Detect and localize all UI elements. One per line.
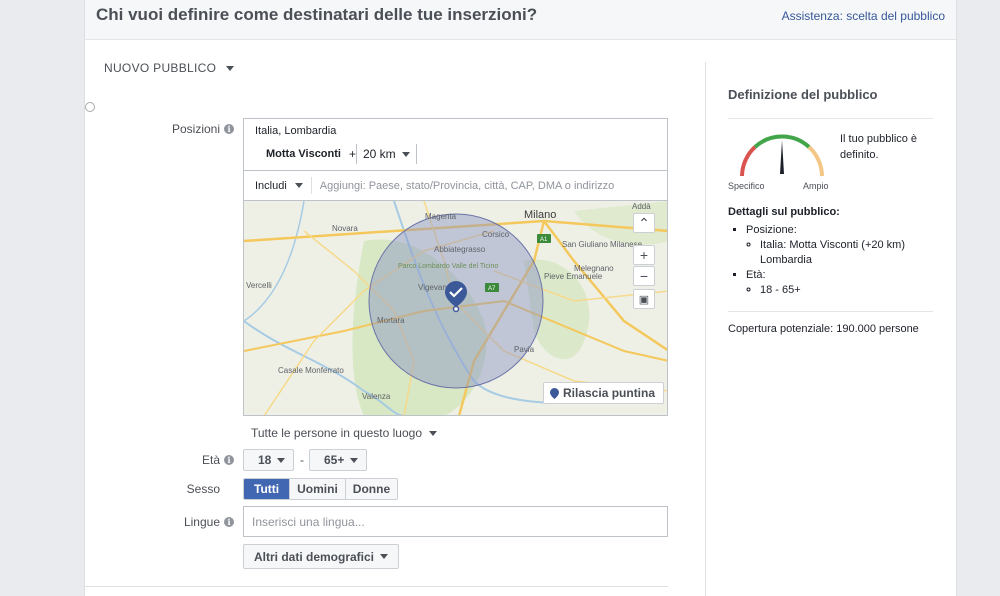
age-min-dropdown[interactable]: 18	[243, 449, 295, 471]
details-position: Posizione: Italia: Motta Visconti (+20 k…	[746, 223, 933, 268]
map-place-label: Abbiategrasso	[434, 245, 486, 254]
gauge-message: Il tuo pubblico è definito.	[840, 133, 918, 161]
map-place-label: Parco Lombardo Valle del Ticino	[398, 263, 498, 270]
road-shield-label: A7	[488, 286, 496, 292]
potential-reach: Copertura potenziale: 190.000 persone	[728, 323, 919, 335]
age-min-value: 18	[258, 453, 272, 467]
gauge-right-label: Ampio	[803, 181, 829, 191]
languages-label-text: Lingue	[183, 515, 220, 529]
collapse-map-icon[interactable]: ⌃	[633, 213, 655, 233]
gender-option-men[interactable]: Uomini	[289, 479, 345, 499]
map-place-label: Pavia	[514, 345, 535, 354]
details-age: Età: 18 - 65+	[746, 268, 933, 298]
caret-down-icon	[429, 430, 438, 436]
gauge-needle	[780, 140, 784, 174]
caret-down-icon	[350, 457, 359, 463]
age-label-text: Età	[201, 453, 220, 467]
zoom-in-icon[interactable]: +	[633, 245, 655, 265]
map-place-label: Valenza	[362, 392, 391, 401]
audience-selector[interactable]: NUOVO PUBBLICO	[104, 61, 235, 75]
people-scope-label: Tutte le persone in questo luogo	[251, 426, 423, 440]
map-place-label: Pieve Emanuele	[544, 272, 603, 281]
caret-down-icon	[277, 457, 286, 463]
road-shield-label: A1	[540, 237, 548, 243]
gender-option-women[interactable]: Donne	[344, 479, 398, 499]
radius-dropdown[interactable]: 20 km	[356, 144, 417, 164]
radius-plus: +	[349, 147, 357, 161]
map-place-label: Milano	[524, 209, 556, 221]
map-place-label: Magenta	[425, 212, 457, 221]
gender-selector: Tutti Uomini Donne	[243, 478, 399, 500]
details-age-title: Età:	[746, 269, 766, 281]
more-demographics-button[interactable]: Altri dati demografici	[243, 544, 400, 569]
details-position-title: Posizione:	[746, 224, 797, 236]
details-position-value: Italia: Motta Visconti (+20 km) Lombardi…	[760, 238, 933, 268]
info-icon[interactable]: i	[224, 455, 234, 465]
gauge-left-label: Specifico	[728, 181, 765, 191]
age-max-dropdown[interactable]: 65+	[309, 449, 368, 471]
audience-gauge	[734, 130, 830, 185]
location-box: Italia, Lombardia Motta Visconti + 20 km	[243, 118, 668, 170]
divider	[84, 586, 668, 587]
radius-value: 20 km	[363, 147, 396, 161]
map-place-label: Addà	[632, 202, 651, 211]
languages-label: Lingue i	[94, 515, 234, 529]
fullscreen-icon[interactable]: ▣	[633, 289, 655, 309]
info-icon[interactable]: i	[224, 124, 234, 134]
audience-details: Dettagli sul pubblico: Posizione: Italia…	[728, 206, 933, 298]
age-separator: -	[300, 453, 304, 467]
location-region: Italia, Lombardia	[255, 125, 337, 137]
more-demographics-label: Altri dati demografici	[254, 549, 375, 564]
loading-icon	[85, 102, 95, 112]
age-label: Età i	[94, 453, 234, 467]
details-position-region: Lombardia	[760, 254, 812, 266]
map-place-label: Casale Monferrato	[278, 366, 344, 375]
map-place-label: Corsico	[482, 230, 510, 239]
sidebar-title: Definizione del pubblico	[728, 87, 878, 102]
age-max-value: 65+	[324, 453, 345, 467]
help-link[interactable]: Assistenza: scelta del pubblico	[782, 9, 945, 23]
gender-label: Sesso	[186, 482, 220, 496]
zoom-out-icon[interactable]: −	[633, 266, 655, 286]
map-place-label: Novara	[332, 224, 358, 233]
map-place-label: Vercelli	[246, 281, 272, 290]
include-dropdown[interactable]: Includi	[244, 177, 312, 194]
sidebar-divider	[705, 62, 706, 596]
caret-down-icon	[294, 183, 303, 188]
map-place-label: San Giuliano Milanese	[562, 240, 643, 249]
gender-option-all[interactable]: Tutti	[244, 479, 290, 499]
details-title: Dettagli sul pubblico:	[728, 206, 840, 218]
language-input[interactable]	[243, 506, 668, 537]
location-include-row: Includi	[243, 170, 668, 201]
locations-label-text: Posizioni	[171, 122, 220, 136]
location-search-input[interactable]	[311, 179, 667, 192]
map-place-label: Mortara	[377, 316, 405, 325]
locations-label: Posizioni i	[94, 122, 234, 136]
include-label: Includi	[255, 179, 287, 192]
info-icon[interactable]: i	[224, 517, 234, 527]
location-map[interactable]: Magenta Corsico Milano Addà Novara Abbia…	[243, 201, 668, 416]
people-scope-dropdown[interactable]: Tutte le persone in questo luogo	[251, 426, 438, 440]
page-title: Chi vuoi definire come destinatari delle…	[96, 5, 538, 24]
caret-down-icon	[380, 554, 389, 559]
audience-selector-label: NUOVO PUBBLICO	[104, 61, 217, 75]
caret-down-icon	[226, 65, 235, 71]
map-pin-dot	[452, 305, 460, 313]
gauge-icon	[740, 134, 824, 177]
details-position-value-text: Italia: Motta Visconti (+20 km)	[760, 239, 905, 251]
details-age-value: 18 - 65+	[760, 283, 933, 298]
pin-icon	[550, 387, 559, 399]
location-city[interactable]: Motta Visconti	[266, 148, 341, 160]
divider	[728, 311, 933, 312]
divider	[728, 118, 933, 119]
drop-pin-button[interactable]: Rilascia puntina	[543, 382, 665, 404]
drop-pin-label: Rilascia puntina	[563, 386, 656, 400]
caret-down-icon	[401, 151, 410, 157]
